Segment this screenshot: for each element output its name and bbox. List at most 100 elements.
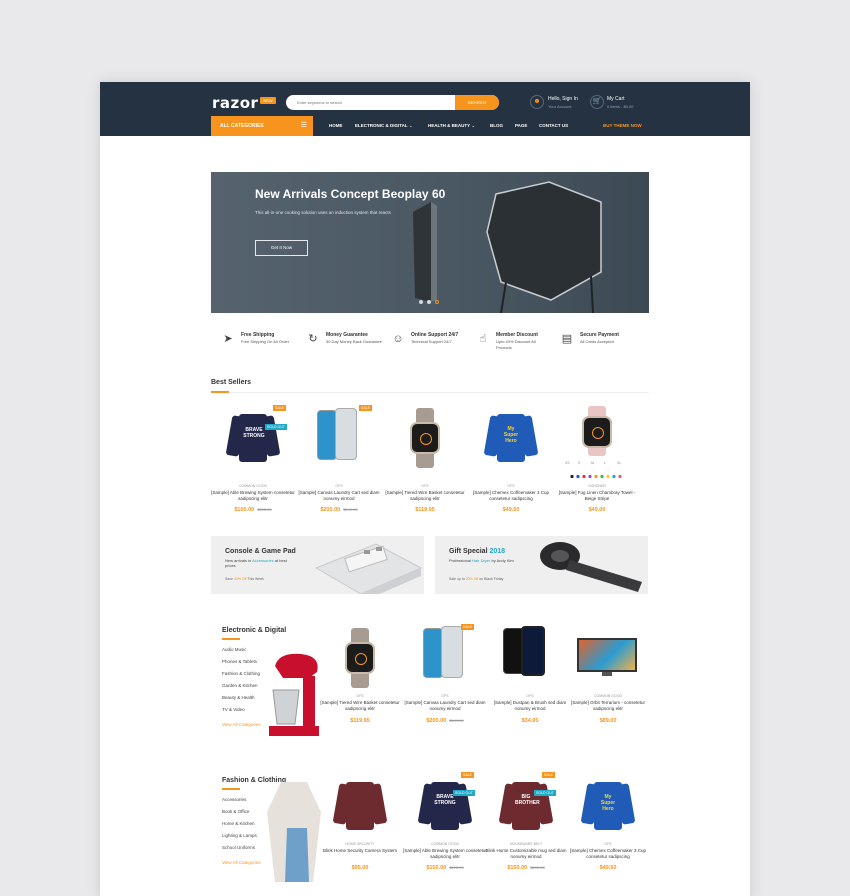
nav-blog[interactable]: BLOG (490, 116, 503, 136)
product-name[interactable]: [Sample] Dustpan & Brush sed diam nonumy… (488, 700, 572, 712)
nav-home[interactable]: HOME (329, 116, 343, 136)
phone-image (423, 628, 443, 678)
all-categories-label: ALL CATEGORIES (220, 123, 264, 129)
slider-dot[interactable] (419, 300, 423, 304)
section-accent (222, 788, 240, 790)
product-name[interactable]: [Sample] Chemex Coffeemaker 3 Cup conset… (566, 848, 650, 860)
card-icon: ▤ (561, 333, 573, 345)
promo-banner-console[interactable]: Console & Game Pad New arrivals in Acces… (211, 536, 424, 594)
product-image[interactable] (318, 770, 402, 840)
promo-banner-gift[interactable]: Gift Special 2018 Professional Hair Drye… (435, 536, 648, 594)
nav-electronic[interactable]: ELECTRONIC & DIGITAL ⌄ (355, 116, 413, 136)
category-link[interactable]: Accessories (222, 797, 246, 802)
view-all-categories-link[interactable]: View All Categories (222, 722, 261, 727)
search-input[interactable] (286, 95, 456, 110)
product-image[interactable] (566, 622, 650, 692)
category-link[interactable]: Home & Kitchen (222, 821, 255, 826)
product-name[interactable]: [Sample] Canvas Laundry Cart sed diam no… (403, 700, 487, 712)
cart-label[interactable]: My Cart (607, 96, 625, 102)
slider-dot[interactable] (427, 300, 431, 304)
product-image[interactable] (383, 402, 467, 472)
sale-badge: SALE (542, 772, 555, 778)
size-options: XS S M L XL (565, 461, 631, 467)
sale-badge: SALE (461, 772, 474, 778)
refresh-icon: ↻ (308, 333, 318, 345)
buy-theme-link[interactable]: BUY THEME NOW (603, 116, 642, 136)
size-option[interactable]: L (604, 461, 606, 465)
size-option[interactable]: M (591, 461, 594, 465)
product-image[interactable]: BRAVE STRONG SALE SOLD OUT (403, 770, 487, 840)
category-link[interactable]: Lighting & Lamps (222, 833, 257, 838)
nav-contact[interactable]: CONTACT US (539, 116, 568, 136)
size-option[interactable]: XL (617, 461, 621, 465)
product-price: $95.00 (351, 865, 369, 871)
product-price: $49.50 (599, 865, 617, 871)
product-name[interactable]: [Sample] Able Brewing System consetetur … (211, 490, 295, 502)
user-icon[interactable]: ☻ (530, 95, 544, 109)
account-label[interactable]: Hello, Sign In (548, 96, 578, 102)
hero-cta-button[interactable]: Get It Now (255, 240, 308, 256)
account-sublabel[interactable]: Your Account (548, 104, 571, 109)
slider-dot-active[interactable] (435, 300, 439, 304)
cart-icon[interactable]: 🛒 (590, 95, 604, 109)
sale-badge: SALE (461, 624, 474, 630)
product-name[interactable]: [Sample] Chemex Coffeemaker 3 Cup conset… (469, 490, 553, 502)
product-name[interactable]: Blink Home Customizable mug sed diam non… (484, 848, 568, 860)
main-nav: ALL CATEGORIES ☰ HOME ELECTRONIC & DIGIT… (100, 116, 750, 136)
product-image[interactable] (318, 622, 402, 692)
product-price: $49.50 (502, 507, 520, 513)
all-categories-button[interactable]: ALL CATEGORIES ☰ (211, 116, 313, 136)
product-brand: OFS (526, 694, 534, 698)
category-link[interactable]: TV & Video (222, 707, 245, 712)
product-name[interactable]: [Sample] Orbit Terrarium - consetetur sa… (566, 700, 650, 712)
watch-image (343, 628, 377, 688)
product-name[interactable]: [Sample] Able Brewing System consetetur … (403, 848, 487, 860)
feature-title: Member Discount (496, 332, 538, 338)
feature-title: Secure Payment (580, 332, 619, 338)
banner-offer: Save 40% Off This Week (225, 577, 264, 581)
category-link[interactable]: Garden & Kitchen (222, 683, 258, 688)
nav-health[interactable]: HEALTH & BEAUTY ⌄ (428, 116, 475, 136)
size-option[interactable]: S (578, 461, 580, 465)
category-link[interactable]: Audio Music (222, 647, 247, 652)
category-link[interactable]: Book & Office (222, 809, 249, 814)
banner-desc: Professional Hair Dryer by Andy Kim (449, 558, 514, 563)
product-image[interactable]: My Super Hero (469, 402, 553, 472)
product-image[interactable] (488, 622, 572, 692)
watch-image (580, 406, 614, 456)
sale-badge: SALE (359, 405, 372, 411)
product-name[interactable]: [Sample] Fog Linen Chambray Towel - Beig… (555, 490, 639, 502)
feature-title: Money Guarantee (326, 332, 368, 338)
product-image[interactable]: XS S M L XL (555, 402, 639, 479)
product-image[interactable]: My Super Hero (566, 770, 650, 840)
product-name[interactable]: Blink Home Security Camera System (318, 848, 402, 854)
product-price: $119.95 (415, 507, 435, 513)
size-option[interactable]: XS (565, 461, 570, 465)
cart-total[interactable]: 0 items - $0.00 (607, 104, 633, 109)
banner-offer: Sale up to 20% Off on Black Friday (449, 577, 504, 581)
view-all-categories-link[interactable]: View All Categories (222, 860, 261, 865)
category-link[interactable]: Beauty & Health (222, 695, 255, 700)
speaker-image (413, 181, 602, 313)
category-link[interactable]: Fashion & Clothing (222, 671, 260, 676)
tv-image (577, 638, 637, 672)
banner-title: Console & Game Pad (225, 548, 296, 555)
product-image[interactable]: SALE (403, 622, 487, 692)
rocket-icon: ➤ (223, 333, 233, 345)
product-name[interactable]: [Sample] Tiered Wire Basket consetetur s… (383, 490, 467, 502)
color-swatches[interactable] (569, 474, 625, 479)
phone-image (441, 626, 463, 678)
category-link[interactable]: Phones & Tablets (222, 659, 257, 664)
logo[interactable]: razor (212, 94, 258, 112)
product-image[interactable]: BRAVE STRONG SALE SOLD OUT (211, 402, 295, 472)
category-link[interactable]: School Uniforms (222, 845, 255, 850)
product-name[interactable]: [Sample] Canvas Laundry Cart sed diam no… (297, 490, 381, 502)
nav-page[interactable]: PAGE (515, 116, 527, 136)
phone-image (335, 408, 357, 460)
tshirt-image: BRAVE STRONG (225, 410, 281, 462)
product-image[interactable]: BIG BROTHER SALE SOLD OUT (484, 770, 568, 840)
product-name[interactable]: [Sample] Tiered Wire Basket consetetur s… (318, 700, 402, 712)
product-brand: OFS (604, 842, 612, 846)
product-image[interactable]: SALE (297, 402, 381, 472)
search-button[interactable]: SEARCH (455, 95, 499, 110)
